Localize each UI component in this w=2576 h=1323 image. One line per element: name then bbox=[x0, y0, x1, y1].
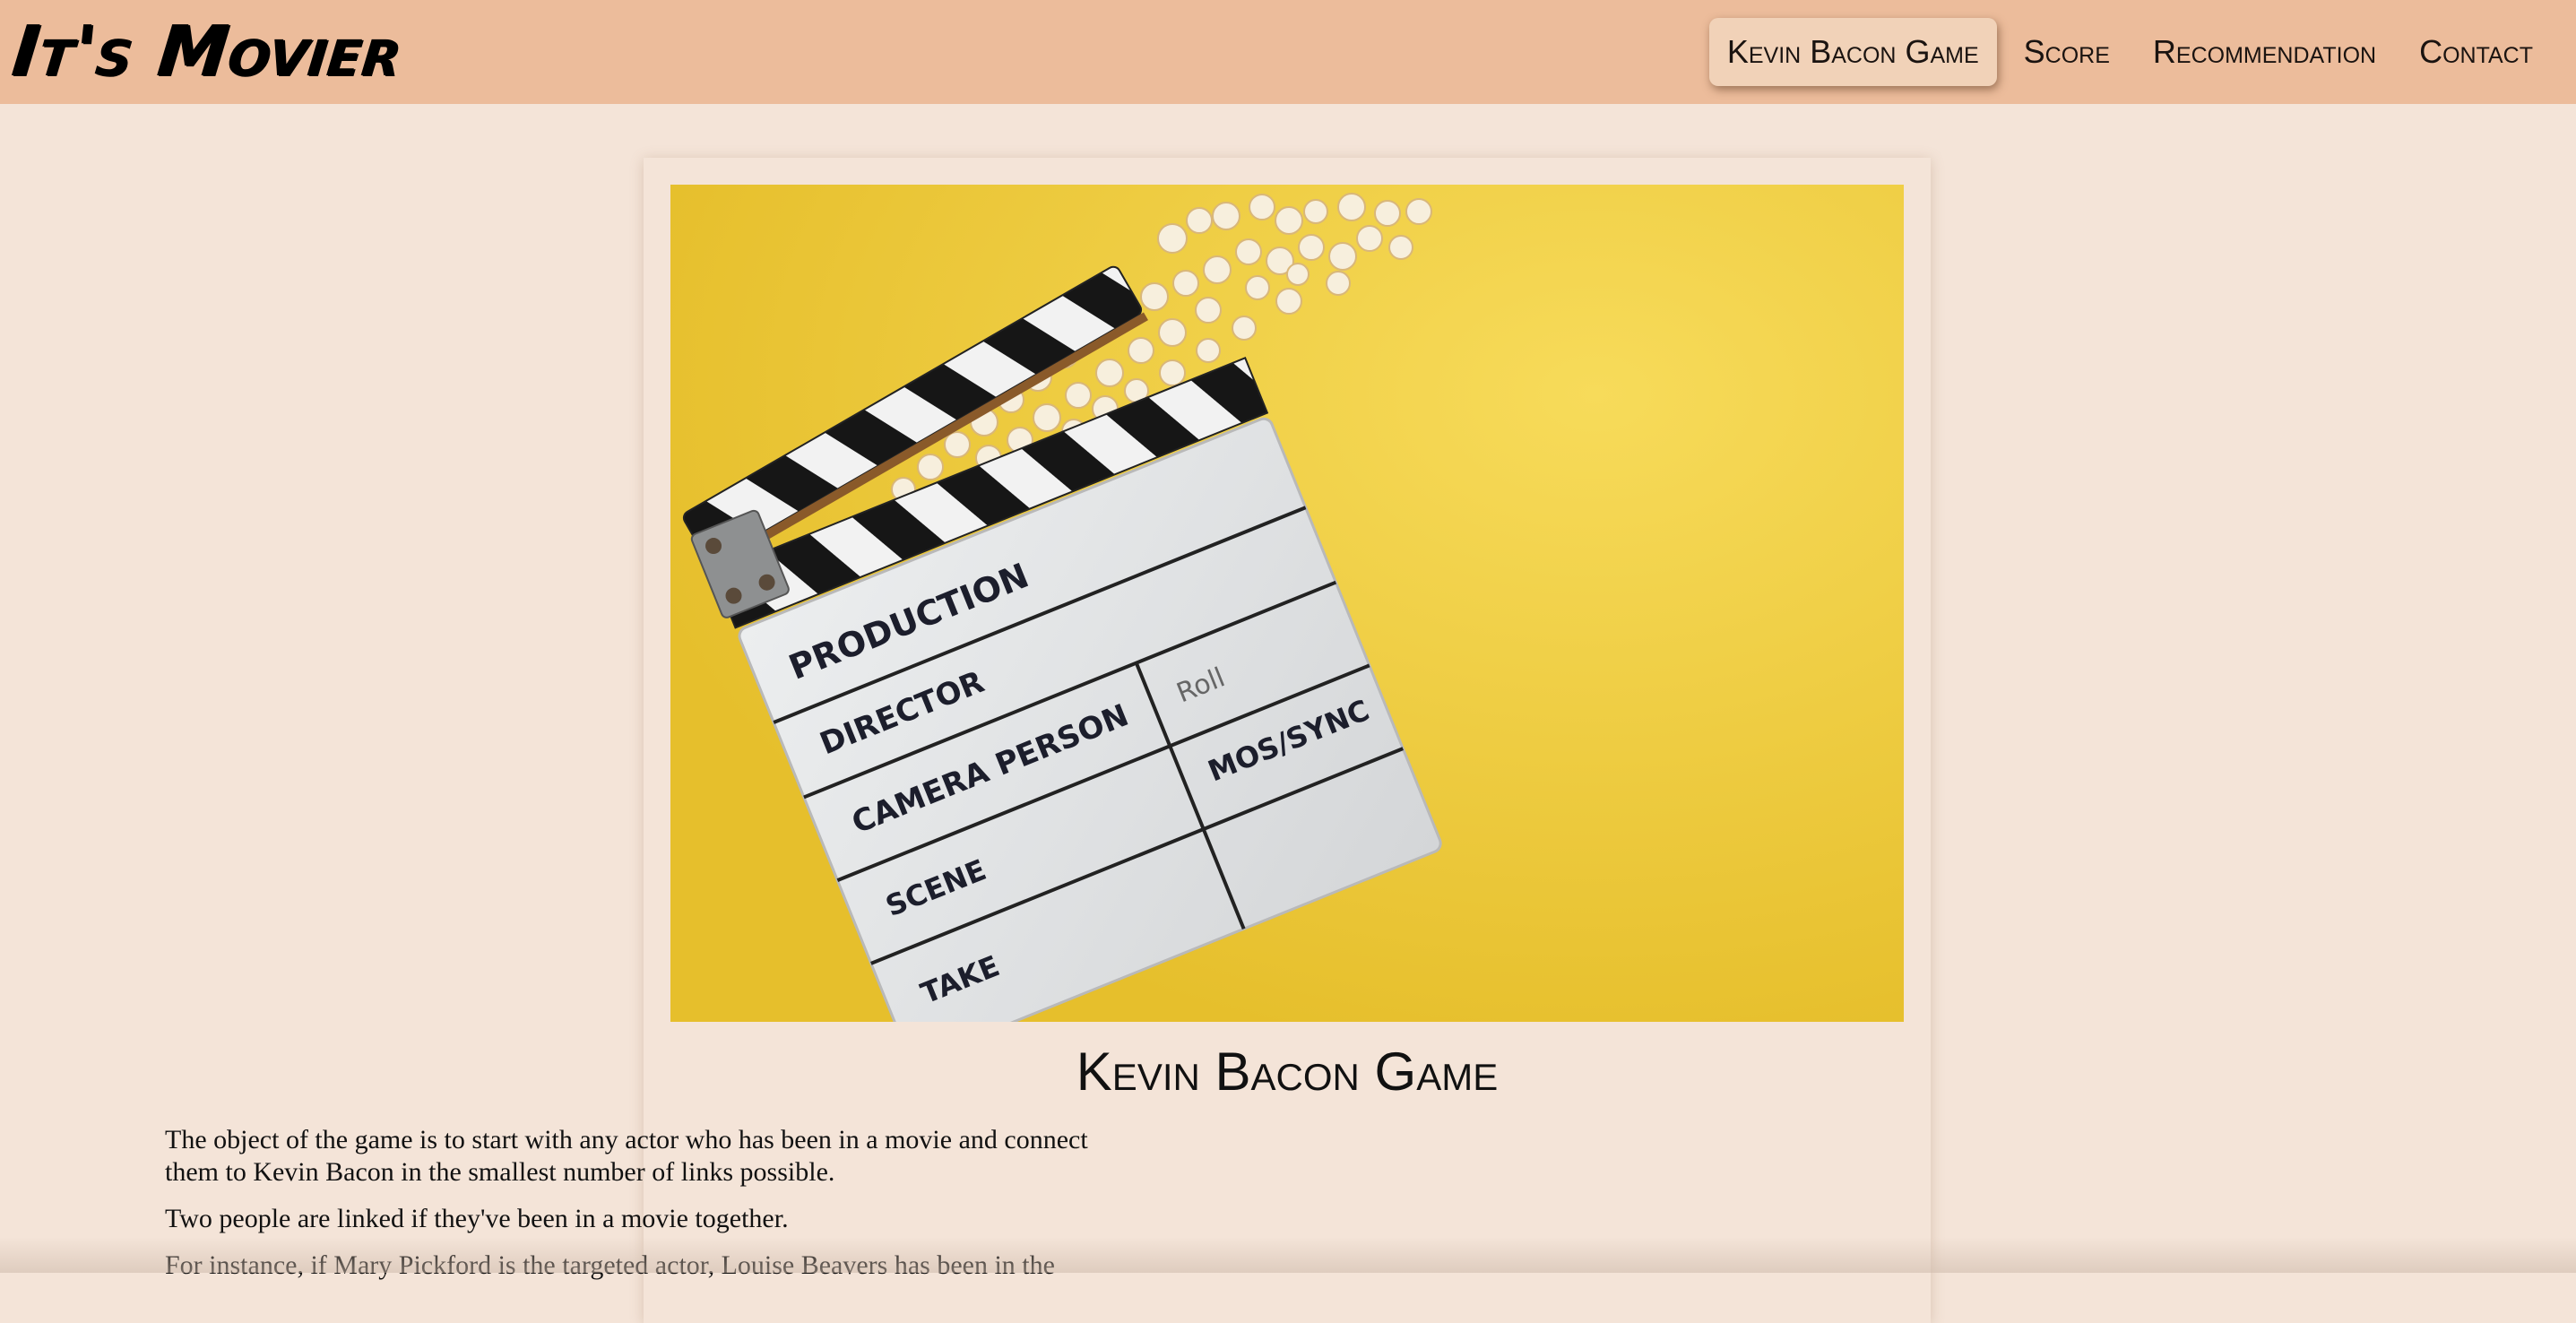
nav-item-recommendation[interactable]: Recommendation bbox=[2131, 18, 2398, 86]
clapperboard-illustration: PRODUCTION DIRECTOR CAMERA PERSON Roll S… bbox=[670, 185, 1904, 1022]
nav-item-score[interactable]: Score bbox=[2002, 18, 2131, 86]
nav-links: Kevin Bacon Game Score Recommendation Co… bbox=[1708, 18, 2554, 86]
nav-item-kevin-bacon-game[interactable]: Kevin Bacon Game bbox=[1708, 18, 1997, 86]
game-description: The object of the game is to start with … bbox=[165, 1124, 1124, 1296]
description-paragraph-objective: The object of the game is to start with … bbox=[165, 1125, 1088, 1187]
navbar: It's Movier Kevin Bacon Game Score Recom… bbox=[0, 0, 2576, 104]
site-logo-title[interactable]: It's Movier bbox=[8, 7, 406, 97]
description-paragraph-example: For instance, if Mary Pickford is the ta… bbox=[165, 1250, 1055, 1280]
nav-item-contact[interactable]: Contact bbox=[2398, 18, 2554, 86]
hero-image-clapperboard-popcorn: PRODUCTION DIRECTOR CAMERA PERSON Roll S… bbox=[670, 185, 1904, 1022]
page-title: Kevin Bacon Game bbox=[1076, 1042, 1499, 1102]
description-paragraph-linking: Two people are linked if they've been in… bbox=[165, 1204, 789, 1233]
